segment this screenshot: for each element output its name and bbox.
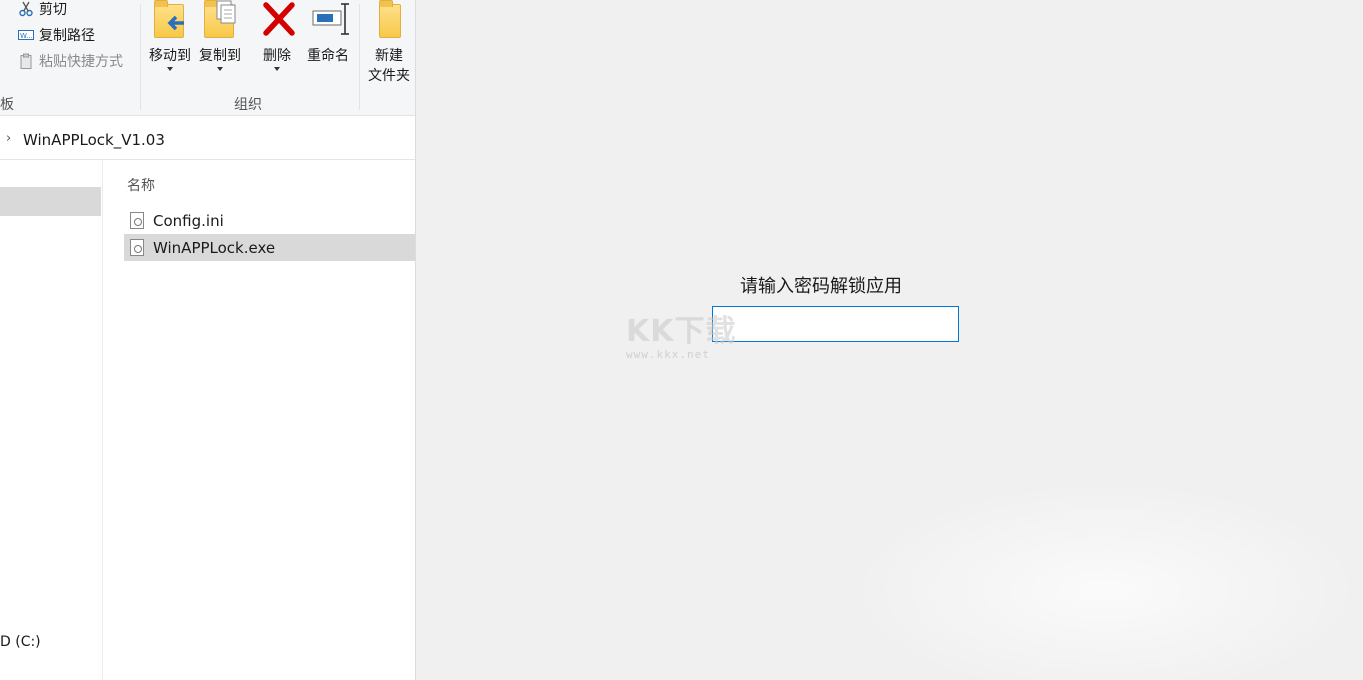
- copy-path-label: 复制路径: [39, 28, 95, 44]
- rename-label: 重命名: [307, 48, 349, 64]
- new-folder-button[interactable]: 新建 文件夹: [363, 0, 415, 92]
- password-input[interactable]: [712, 306, 959, 342]
- move-to-label: 移动到: [149, 48, 191, 64]
- file-row[interactable]: Config.ini: [124, 207, 415, 234]
- delete-x-icon: [257, 0, 297, 42]
- group-divider: [359, 4, 360, 110]
- paste-shortcut-label: 粘贴快捷方式: [39, 54, 123, 70]
- file-list: 名称 Config.ini WinAPPLock.exe: [103, 160, 415, 680]
- dropdown-caret-icon: [217, 67, 223, 71]
- navigation-pane: D (C:): [0, 160, 103, 680]
- app-lock-window: 请输入密码解锁应用 KK下载 www.kkx.net: [416, 0, 1363, 680]
- new-folder-label-line2: 文件夹: [368, 68, 410, 84]
- settings-file-icon: [130, 212, 144, 229]
- lock-file-icon: [130, 239, 144, 256]
- rename-icon: [308, 0, 349, 42]
- copy-path-icon: W...: [18, 27, 34, 43]
- copy-to-label: 复制到: [199, 48, 241, 64]
- clipboard-group-label: 板: [0, 97, 14, 113]
- file-name: WinAPPLock.exe: [153, 238, 276, 257]
- breadcrumb-current-folder[interactable]: WinAPPLock_V1.03: [23, 131, 165, 149]
- copy-path-button[interactable]: W... 复制路径: [18, 24, 95, 46]
- paste-shortcut-button[interactable]: 粘贴快捷方式: [18, 50, 123, 72]
- organize-group-label: 组织: [234, 97, 262, 113]
- copy-to-icon: [200, 0, 240, 42]
- file-name: Config.ini: [153, 211, 224, 230]
- file-explorer-window: 剪切 W... 复制路径 粘贴快捷方式 板 移动到 复制到 删除 重命名 组织 …: [0, 0, 416, 680]
- address-bar[interactable]: › WinAPPLock_V1.03: [0, 121, 415, 160]
- background-glow: [846, 480, 1363, 680]
- move-to-icon: [150, 0, 190, 42]
- column-header-name[interactable]: 名称: [127, 175, 155, 195]
- svg-text:W...: W...: [20, 32, 33, 40]
- new-folder-label-line1: 新建: [375, 48, 403, 64]
- ribbon: 剪切 W... 复制路径 粘贴快捷方式 板 移动到 复制到 删除 重命名 组织 …: [0, 0, 415, 116]
- paste-shortcut-icon: [18, 53, 34, 69]
- move-to-button[interactable]: 移动到: [144, 0, 196, 92]
- nav-item-drive[interactable]: D (C:): [0, 634, 41, 650]
- unlock-prompt-label: 请输入密码解锁应用: [740, 276, 902, 297]
- cut-label: 剪切: [39, 2, 67, 18]
- group-divider: [140, 4, 141, 110]
- new-folder-icon: [369, 0, 409, 42]
- nav-selected-item[interactable]: [0, 187, 101, 216]
- copy-to-button[interactable]: 复制到: [194, 0, 246, 92]
- dropdown-caret-icon: [167, 67, 173, 71]
- cut-button[interactable]: 剪切: [18, 0, 67, 20]
- rename-button[interactable]: 重命名: [302, 0, 354, 92]
- dropdown-caret-icon: [274, 67, 280, 71]
- scissors-icon: [18, 1, 34, 17]
- chevron-right-icon[interactable]: ›: [6, 131, 11, 146]
- delete-button[interactable]: 删除: [251, 0, 303, 92]
- delete-label: 删除: [263, 48, 291, 64]
- watermark-url: www.kkx.net: [626, 348, 710, 361]
- file-row-selected[interactable]: WinAPPLock.exe: [124, 234, 415, 261]
